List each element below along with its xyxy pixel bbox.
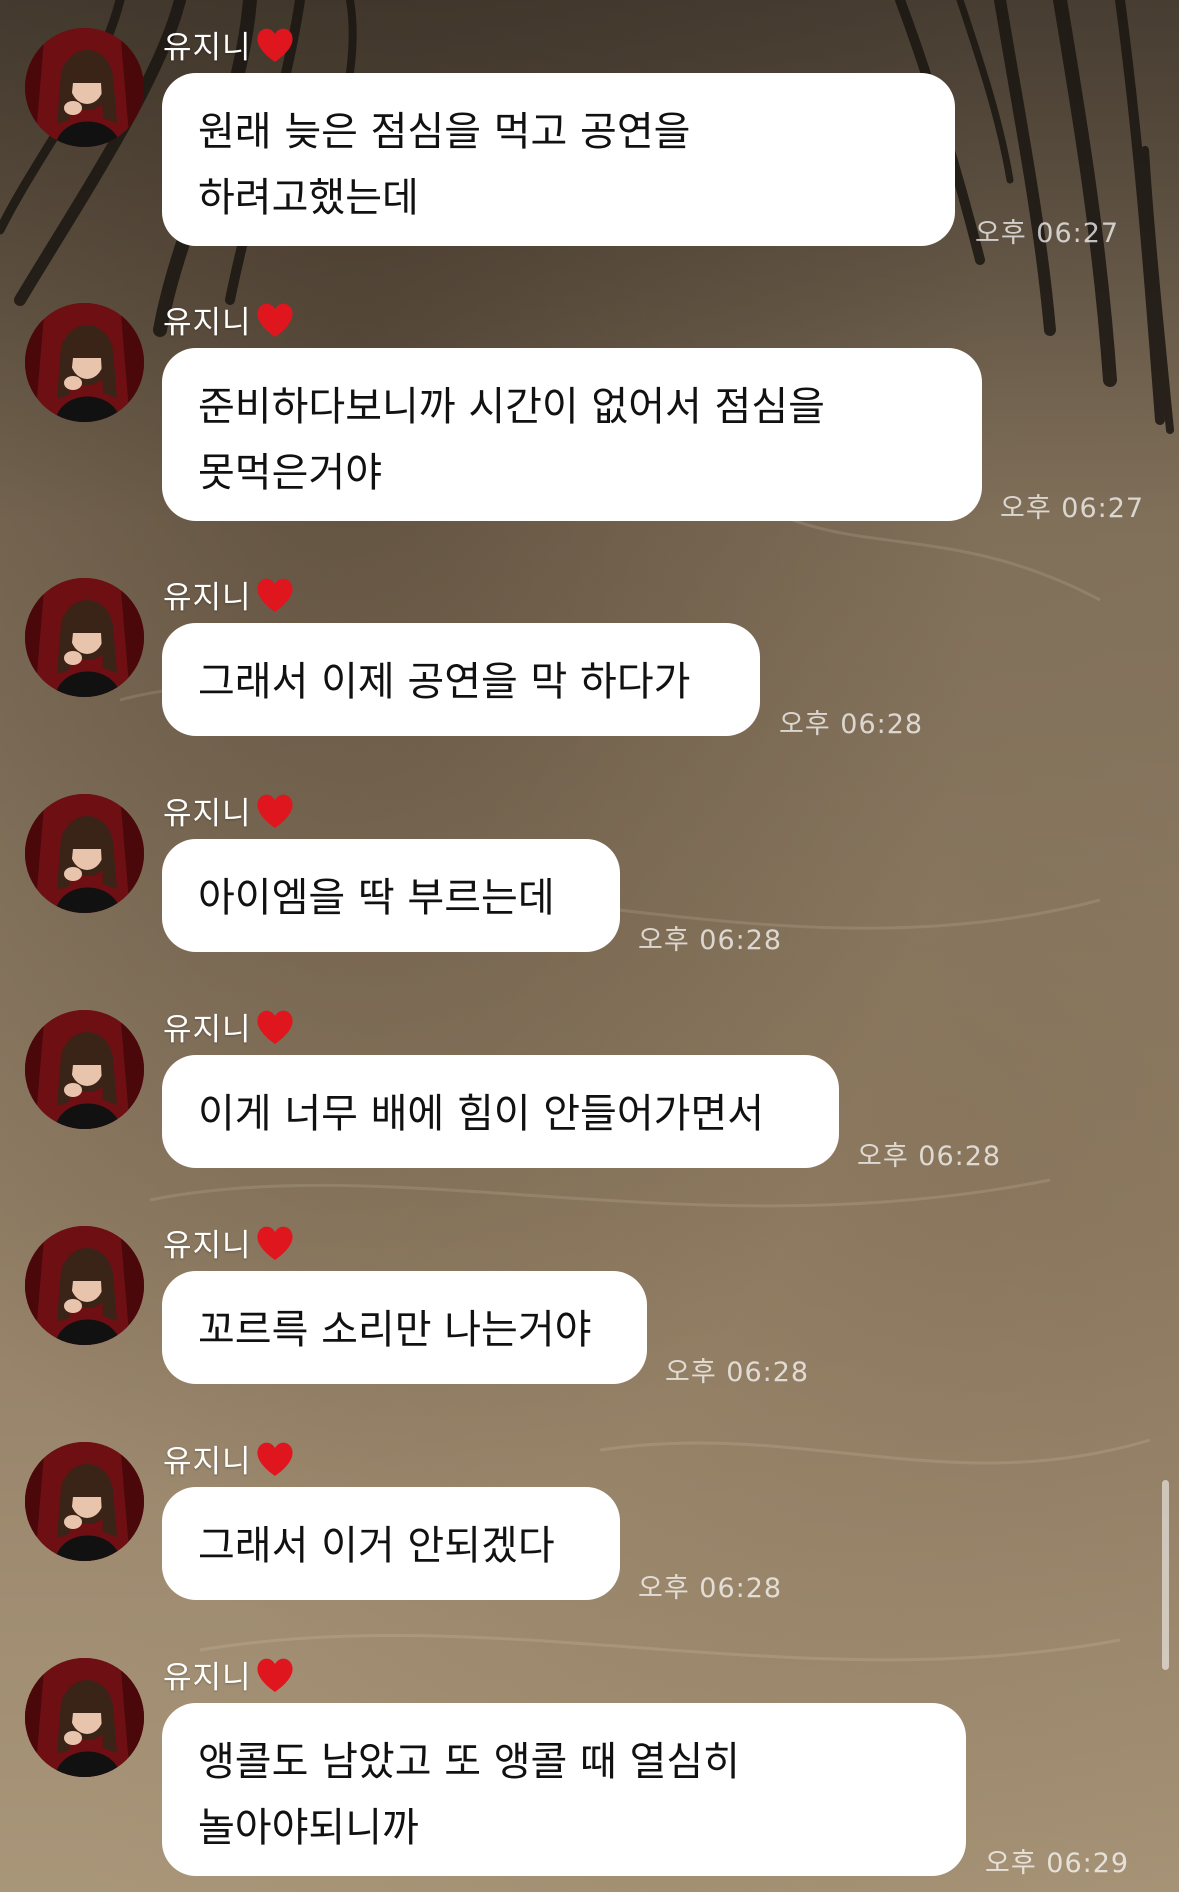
- avatar[interactable]: [25, 578, 144, 697]
- sender-name: 유지니: [163, 1444, 252, 1480]
- message-timestamp: 오후 06:28: [857, 1141, 1002, 1172]
- sender-label: 유지니: [163, 572, 296, 617]
- message-text: 원래 늦은 점심을 먹고 공연을 하려고했는데: [198, 109, 691, 221]
- sender-name: 유지니: [163, 30, 252, 66]
- profile-photo: [25, 794, 144, 913]
- sender-label: 유지니: [163, 22, 296, 67]
- message-timestamp: 오후 06:27: [1000, 493, 1145, 524]
- message-bubble[interactable]: 그래서 이제 공연을 막 하다가: [162, 623, 760, 736]
- profile-photo: [25, 28, 144, 147]
- sender-label: 유지니: [163, 297, 296, 342]
- message-bubble[interactable]: 그래서 이거 안되겠다: [162, 1487, 620, 1600]
- sender-label: 유지니: [163, 788, 296, 833]
- avatar[interactable]: [25, 1442, 144, 1561]
- heart-icon: [256, 794, 293, 828]
- heart-icon: [256, 1010, 293, 1044]
- profile-photo: [25, 303, 144, 422]
- message-bubble[interactable]: 앵콜도 남았고 또 앵콜 때 열심히 놀아야되니까: [162, 1703, 966, 1876]
- avatar[interactable]: [25, 1226, 144, 1345]
- message-text: 꼬르륵 소리만 나는거야: [198, 1307, 592, 1353]
- message-text: 그래서 이제 공연을 막 하다가: [198, 659, 691, 705]
- scrollbar[interactable]: [1162, 1480, 1169, 1670]
- message-bubble[interactable]: 이게 너무 배에 힘이 안들어가면서: [162, 1055, 839, 1168]
- profile-photo: [25, 1442, 144, 1561]
- profile-photo: [25, 578, 144, 697]
- heart-icon: [256, 1226, 293, 1260]
- chat-message-list[interactable]: 유지니 원래 늦은 점심을 먹고 공연을 하려고했는데 오후 06:27 유지니…: [0, 0, 1179, 1892]
- profile-photo: [25, 1226, 144, 1345]
- sender-name: 유지니: [163, 1012, 252, 1048]
- avatar[interactable]: [25, 28, 144, 147]
- message-bubble[interactable]: 아이엠을 딱 부르는데: [162, 839, 620, 952]
- profile-photo: [25, 1658, 144, 1777]
- sender-name: 유지니: [163, 305, 252, 341]
- sender-name: 유지니: [163, 1228, 252, 1264]
- heart-icon: [256, 578, 293, 612]
- avatar[interactable]: [25, 1658, 144, 1777]
- message-bubble[interactable]: 꼬르륵 소리만 나는거야: [162, 1271, 647, 1384]
- heart-icon: [256, 303, 293, 337]
- message-text: 그래서 이거 안되겠다: [198, 1523, 555, 1569]
- heart-icon: [256, 1658, 293, 1692]
- message-text: 앵콜도 남았고 또 앵콜 때 열심히 놀아야되니까: [198, 1739, 740, 1851]
- message-timestamp: 오후 06:28: [779, 709, 924, 740]
- sender-label: 유지니: [163, 1004, 296, 1049]
- sender-label: 유지니: [163, 1220, 296, 1265]
- message-timestamp: 오후 06:28: [638, 1573, 783, 1604]
- avatar[interactable]: [25, 303, 144, 422]
- sender-label: 유지니: [163, 1436, 296, 1481]
- message-text: 준비하다보니까 시간이 없어서 점심을 못먹은거야: [198, 384, 825, 496]
- avatar[interactable]: [25, 794, 144, 913]
- message-text: 이게 너무 배에 힘이 안들어가면서: [198, 1091, 765, 1137]
- message-timestamp: 오후 06:27: [975, 218, 1120, 249]
- message-text: 아이엠을 딱 부르는데: [198, 875, 555, 921]
- heart-icon: [256, 28, 293, 62]
- avatar[interactable]: [25, 1010, 144, 1129]
- sender-name: 유지니: [163, 1660, 252, 1696]
- profile-photo: [25, 1010, 144, 1129]
- heart-icon: [256, 1442, 293, 1476]
- sender-name: 유지니: [163, 580, 252, 616]
- message-timestamp: 오후 06:28: [638, 925, 783, 956]
- message-timestamp: 오후 06:29: [985, 1848, 1130, 1879]
- message-timestamp: 오후 06:28: [665, 1357, 810, 1388]
- sender-label: 유지니: [163, 1652, 296, 1697]
- sender-name: 유지니: [163, 796, 252, 832]
- message-bubble[interactable]: 준비하다보니까 시간이 없어서 점심을 못먹은거야: [162, 348, 982, 521]
- message-bubble[interactable]: 원래 늦은 점심을 먹고 공연을 하려고했는데: [162, 73, 955, 246]
